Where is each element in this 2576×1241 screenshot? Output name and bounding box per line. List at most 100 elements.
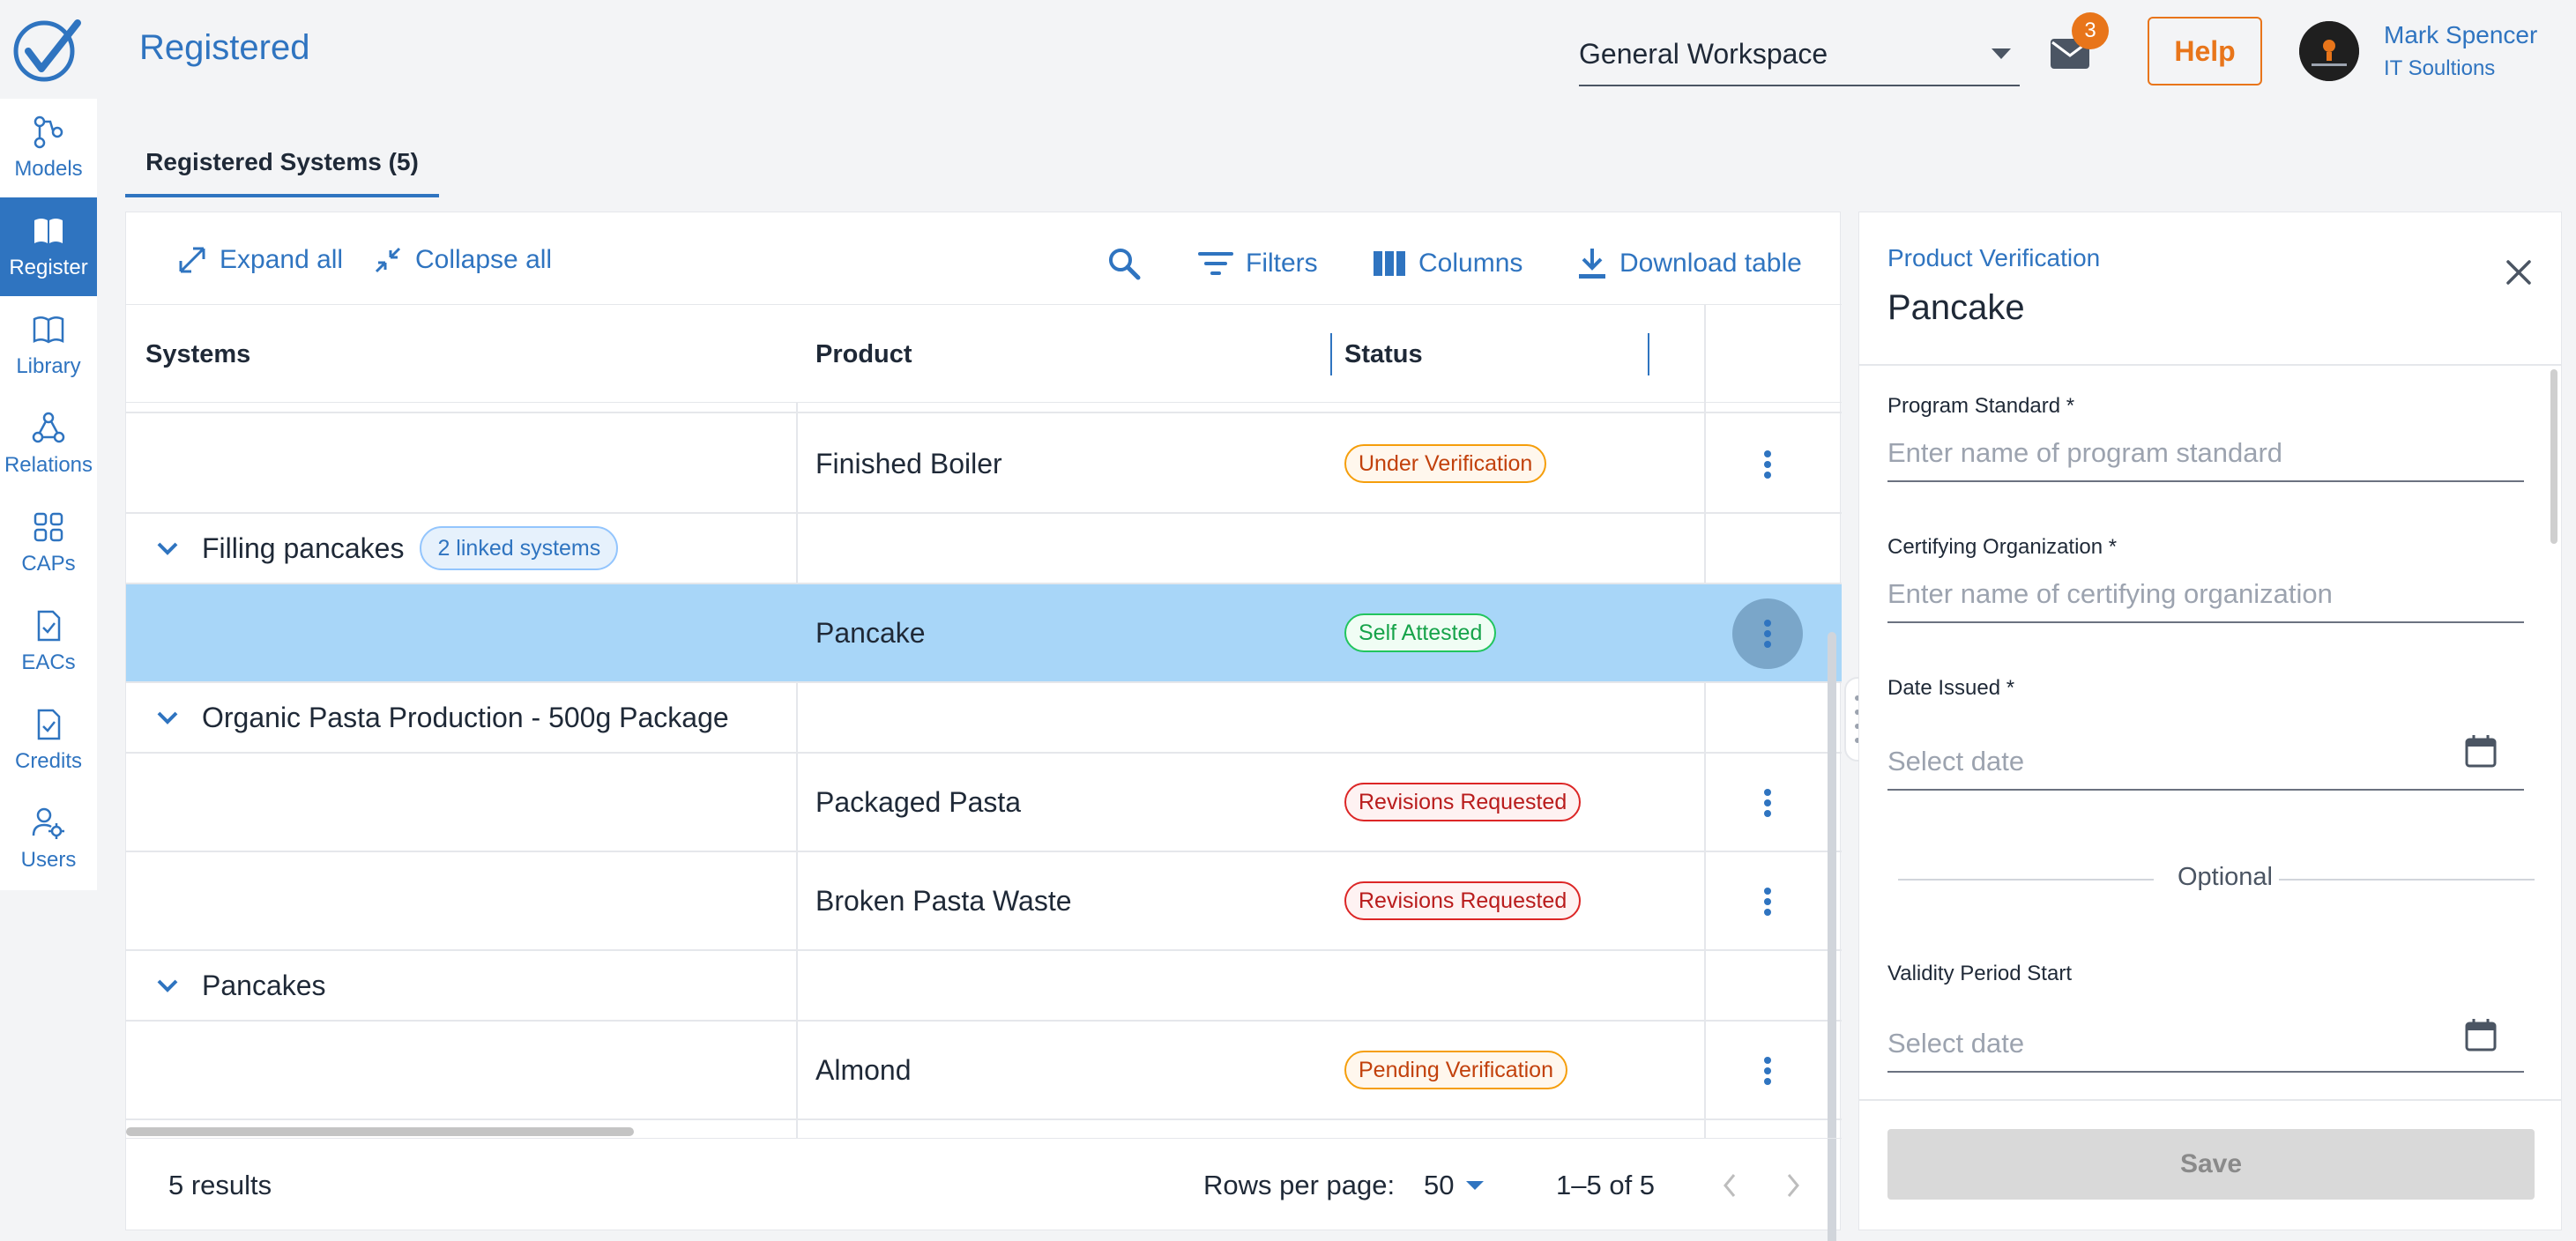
panel-scrollbar[interactable] <box>2550 369 2557 544</box>
date-issued-calendar-button[interactable] <box>2462 732 2499 769</box>
column-header-status[interactable]: Status <box>1344 305 1423 404</box>
table-row[interactable]: Broken Pasta Waste Revisions Requested <box>126 852 1842 951</box>
sidebar-item-users[interactable]: Users <box>0 790 97 888</box>
table-row-selected[interactable]: Pancake Self Attested <box>126 584 1842 683</box>
chevron-down-icon[interactable] <box>156 978 179 992</box>
horizontal-scrollbar[interactable] <box>126 1127 634 1136</box>
chevron-down-icon[interactable] <box>156 541 179 555</box>
sidebar-item-label: Users <box>20 848 77 872</box>
caret-down-icon <box>1466 1181 1485 1190</box>
user-name[interactable]: Mark Spencer <box>2384 21 2537 49</box>
date-issued-label: Date Issued * <box>1887 676 2014 701</box>
sidebar-item-label: Register <box>9 256 88 279</box>
expand-icon <box>179 247 205 273</box>
next-page-button[interactable] <box>1785 1139 1801 1232</box>
rows-per-page-select[interactable]: 50 <box>1424 1139 1485 1232</box>
workspace-select[interactable]: General Workspace <box>1579 23 2020 86</box>
sidebar-item-relations[interactable]: Relations <box>0 395 97 494</box>
panel-title: Pancake <box>1887 288 2025 327</box>
column-header-systems[interactable]: Systems <box>145 305 250 404</box>
panel-footer-divider <box>1859 1099 2561 1101</box>
calendar-icon <box>2465 1019 2497 1052</box>
status-cell: Revisions Requested <box>1344 754 1582 851</box>
row-menu-button[interactable] <box>1732 866 1803 937</box>
avatar[interactable] <box>2299 21 2359 81</box>
status-cell: Pending Verification <box>1344 1022 1567 1118</box>
status-badge: Revisions Requested <box>1344 881 1582 920</box>
table-row[interactable]: Almond Pending Verification <box>126 1022 1842 1120</box>
help-button[interactable]: Help <box>2148 17 2262 85</box>
row-menu-button[interactable] <box>1732 768 1803 838</box>
document-check-icon <box>37 610 61 642</box>
table-group-row[interactable]: Filling pancakes 2 linked systems <box>126 514 1842 584</box>
product-cell: Finished Boiler <box>815 447 1002 479</box>
table-group-row[interactable]: Pancakes <box>126 951 1842 1022</box>
table-row[interactable]: Packaged Pasta Revisions Requested <box>126 754 1842 852</box>
close-panel-button[interactable] <box>2501 255 2536 290</box>
chevron-right-icon <box>1787 1174 1799 1197</box>
sidebar-item-label: Library <box>16 354 81 378</box>
results-count: 5 results <box>168 1170 272 1200</box>
sidebar-item-library[interactable]: Library <box>0 296 97 395</box>
sidebar-item-label: Models <box>14 157 83 181</box>
system-cell: Filling pancakes 2 linked systems <box>156 514 619 583</box>
program-standard-input[interactable] <box>1887 426 2524 482</box>
table-group-row[interactable]: Organic Pasta Production - 500g Package <box>126 683 1842 754</box>
column-resize-handle[interactable] <box>1330 333 1332 375</box>
row-menu-button[interactable] <box>1732 598 1803 669</box>
product-cell: Broken Pasta Waste <box>815 884 1072 917</box>
sidebar-item-label: Credits <box>14 749 83 773</box>
calendar-icon <box>2465 735 2497 768</box>
certifying-organization-label-text: Certifying Organization <box>1887 535 2103 559</box>
grid-icon <box>34 512 63 542</box>
sidebar-item-label: Relations <box>4 453 93 477</box>
open-book-icon <box>33 316 64 344</box>
column-header-product[interactable]: Product <box>815 305 912 404</box>
required-mark: * <box>2108 535 2118 559</box>
collapse-all-button[interactable]: Collapse all <box>373 234 552 286</box>
status-badge: Revisions Requested <box>1344 783 1582 821</box>
table-row[interactable]: Finished Boiler Under Verification <box>126 415 1842 514</box>
program-standard-label-text: Program Standard <box>1887 394 2061 418</box>
chevron-down-icon[interactable] <box>156 710 179 725</box>
filters-label: Filters <box>1246 249 1318 278</box>
row-menu-button[interactable] <box>1732 429 1803 500</box>
previous-page-button[interactable] <box>1722 1139 1738 1232</box>
app-logo[interactable] <box>12 18 83 83</box>
validity-period-start-input[interactable] <box>1887 1016 2524 1073</box>
sidebar: Models Register Library Relations CAPs E… <box>0 99 97 890</box>
filters-button[interactable]: Filters <box>1198 237 1318 290</box>
workspace-value: General Workspace <box>1579 37 1828 70</box>
download-table-label: Download table <box>1619 249 1802 278</box>
caret-down-icon <box>1992 48 2011 59</box>
book-icon <box>34 219 63 243</box>
download-table-button[interactable]: Download table <box>1577 237 1802 290</box>
columns-button[interactable]: Columns <box>1373 237 1523 290</box>
sidebar-item-models[interactable]: Models <box>0 99 97 197</box>
row-menu-button[interactable] <box>1732 1036 1803 1106</box>
chevron-left-icon <box>1724 1174 1736 1197</box>
registered-systems-table: Expand all Collapse all Filters Columns … <box>125 212 1842 1241</box>
system-name: Organic Pasta Production - 500g Package <box>202 701 729 733</box>
sidebar-item-credits[interactable]: Credits <box>0 691 97 790</box>
expand-all-button[interactable]: Expand all <box>177 234 343 286</box>
tab-registered-systems[interactable]: Registered Systems (5) <box>125 130 439 197</box>
save-button[interactable]: Save <box>1887 1129 2535 1200</box>
certifying-organization-input[interactable] <box>1887 567 2524 623</box>
company-logo-icon <box>2299 21 2359 81</box>
required-mark: * <box>2066 394 2075 418</box>
required-mark: * <box>2006 676 2015 700</box>
date-issued-input[interactable] <box>1887 734 2524 791</box>
pagination-range: 1–5 of 5 <box>1556 1170 1656 1200</box>
rows-per-page-label: Rows per page: <box>1203 1170 1396 1200</box>
sidebar-item-register[interactable]: Register <box>0 197 97 296</box>
validity-period-start-calendar-button[interactable] <box>2462 1016 2499 1053</box>
sidebar-item-label: EACs <box>21 650 76 674</box>
search-button[interactable] <box>1106 237 1142 290</box>
system-cell: Pancakes <box>156 951 326 1020</box>
sidebar-item-caps[interactable]: CAPs <box>0 494 97 592</box>
linked-systems-chip[interactable]: 2 linked systems <box>420 526 619 570</box>
column-resize-handle[interactable] <box>1648 333 1649 375</box>
system-name: Filling pancakes <box>202 531 405 564</box>
sidebar-item-eacs[interactable]: EACs <box>0 592 97 691</box>
